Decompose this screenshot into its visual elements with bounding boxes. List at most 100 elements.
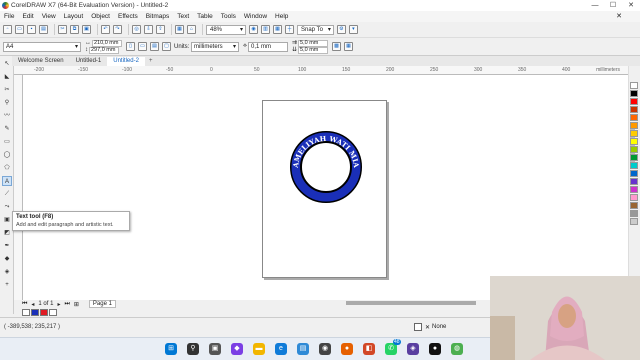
search-icon[interactable]: ⚲: [187, 343, 199, 355]
guidelines-icon[interactable]: ┼: [285, 25, 294, 34]
prev-page-icon[interactable]: ◂: [31, 301, 34, 308]
drop-shadow-icon[interactable]: ▣: [2, 215, 12, 225]
fill-indicator[interactable]: ✕ None: [414, 323, 446, 331]
store-icon[interactable]: ▤: [297, 343, 309, 355]
menu-file[interactable]: File: [4, 13, 14, 20]
palette-swatch[interactable]: [630, 146, 638, 153]
rulers-icon[interactable]: ▥: [261, 25, 270, 34]
palette-swatch[interactable]: [630, 154, 638, 161]
crop-tool-icon[interactable]: ✂: [2, 85, 12, 95]
swatch-white[interactable]: [49, 309, 57, 316]
palette-swatch[interactable]: [630, 218, 638, 225]
swatch-none[interactable]: [22, 309, 30, 316]
palette-swatch[interactable]: [630, 178, 638, 185]
palette-swatch[interactable]: [630, 114, 638, 121]
grid-icon[interactable]: ▦: [273, 25, 282, 34]
start-icon[interactable]: ⊞: [165, 343, 177, 355]
menu-effects[interactable]: Effects: [118, 13, 138, 20]
palette-swatch[interactable]: [630, 106, 638, 113]
portrait-icon[interactable]: ▯: [126, 42, 135, 51]
copy-icon[interactable]: ⧉: [70, 25, 79, 34]
chrome-icon[interactable]: ◍: [451, 343, 463, 355]
palette-swatch[interactable]: [630, 130, 638, 137]
open-icon[interactable]: ▭: [15, 25, 24, 34]
cut-icon[interactable]: ✂: [58, 25, 67, 34]
new-tab-button[interactable]: +: [145, 57, 157, 66]
shape-tool-icon[interactable]: ◣: [2, 72, 12, 82]
palette-swatch[interactable]: [630, 162, 638, 169]
rectangle-tool-icon[interactable]: ▭: [2, 137, 12, 147]
paste-icon[interactable]: ▣: [82, 25, 91, 34]
add-tool-icon[interactable]: +: [2, 280, 12, 290]
hscroll-thumb[interactable]: [346, 301, 476, 305]
widgets-icon[interactable]: ◆: [231, 343, 243, 355]
dup-y-input[interactable]: 5,0 mm: [298, 46, 329, 54]
swatch-red[interactable]: [40, 309, 48, 316]
office-icon[interactable]: ◧: [363, 343, 375, 355]
text-tool-icon[interactable]: A: [2, 176, 12, 186]
pick-tool-icon[interactable]: ↖: [2, 59, 12, 69]
smart-fill-icon[interactable]: ◈: [2, 267, 12, 277]
file-explorer-icon[interactable]: ▬: [253, 343, 265, 355]
task-view-icon[interactable]: ▣: [209, 343, 221, 355]
save-icon[interactable]: ▪: [27, 25, 36, 34]
horizontal-ruler[interactable]: -200 -150 -100 -50 0 50 100 150 200 250 …: [14, 66, 628, 75]
minimize-button[interactable]: —: [586, 0, 604, 11]
undo-icon[interactable]: ↶: [101, 25, 110, 34]
export-icon[interactable]: ⇧: [156, 25, 165, 34]
coreldraw-taskbar-icon[interactable]: ●: [429, 343, 441, 355]
polygon-tool-icon[interactable]: ⬠: [2, 163, 12, 173]
options-grid-icon[interactable]: ▦: [344, 42, 354, 51]
menu-text[interactable]: Text: [177, 13, 189, 20]
maximize-button[interactable]: ☐: [604, 0, 622, 11]
page-size-select[interactable]: A4: [3, 41, 81, 52]
artwork-svg[interactable]: AMELIYAH WATI MIA: [263, 101, 388, 279]
options-icon[interactable]: ⚙: [336, 25, 346, 34]
menu-object[interactable]: Object: [91, 13, 110, 20]
freehand-tool-icon[interactable]: 〰: [2, 111, 12, 121]
last-page-icon[interactable]: ⏭: [64, 301, 69, 308]
full-screen-icon[interactable]: ◉: [249, 25, 258, 34]
transparency-tool-icon[interactable]: ◩: [2, 228, 12, 238]
add-page-icon[interactable]: ⊞: [74, 301, 79, 308]
menu-tools[interactable]: Tools: [221, 13, 236, 20]
landscape-icon[interactable]: ▭: [138, 42, 147, 51]
zoom-level-select[interactable]: 48%: [206, 24, 246, 35]
menu-layout[interactable]: Layout: [64, 13, 84, 20]
palette-swatch[interactable]: [630, 210, 638, 217]
eyedropper-icon[interactable]: ✒: [2, 241, 12, 251]
vertical-ruler[interactable]: [14, 75, 23, 300]
launch-icon[interactable]: ▾: [348, 25, 358, 34]
tab-welcome-screen[interactable]: Welcome Screen: [12, 57, 70, 66]
menu-bitmaps[interactable]: Bitmaps: [146, 13, 169, 20]
artistic-media-icon[interactable]: ✎: [2, 124, 12, 134]
menu-view[interactable]: View: [42, 13, 56, 20]
palette-swatch[interactable]: [630, 194, 638, 201]
page-width-input[interactable]: 210,0 mm: [92, 39, 122, 47]
page-tab[interactable]: Page 1: [88, 300, 116, 308]
app-launcher-icon[interactable]: ▦: [175, 25, 184, 34]
menu-window[interactable]: Window: [244, 13, 267, 20]
page-height-input[interactable]: 297,0 mm: [89, 46, 119, 54]
palette-swatch[interactable]: [630, 186, 638, 193]
current-page-icon[interactable]: ▢: [162, 42, 171, 51]
page-a4[interactable]: AMELIYAH WATI MIA: [262, 100, 387, 278]
palette-swatch[interactable]: [630, 202, 638, 209]
palette-swatch[interactable]: [630, 98, 638, 105]
parallel-dimension-icon[interactable]: ⟋: [2, 189, 12, 199]
edge-icon[interactable]: e: [275, 343, 287, 355]
menu-table[interactable]: Table: [197, 13, 213, 20]
close-button[interactable]: ✕: [622, 0, 640, 11]
firefox-icon[interactable]: ●: [341, 343, 353, 355]
menu-help[interactable]: Help: [275, 13, 288, 20]
swatch-blue[interactable]: [31, 309, 39, 316]
palette-swatch[interactable]: [630, 122, 638, 129]
interactive-fill-icon[interactable]: ◆: [2, 254, 12, 264]
tab-untitled-1[interactable]: Untitled-1: [70, 57, 108, 66]
zoom-tool-icon[interactable]: ⚲: [2, 98, 12, 108]
search-content-icon[interactable]: ◎: [132, 25, 141, 34]
palette-swatch[interactable]: [630, 170, 638, 177]
palette-swatch[interactable]: [630, 82, 638, 89]
app-icon[interactable]: ◈: [407, 343, 419, 355]
nudge-distance-input[interactable]: 0,1 mm: [247, 41, 288, 52]
